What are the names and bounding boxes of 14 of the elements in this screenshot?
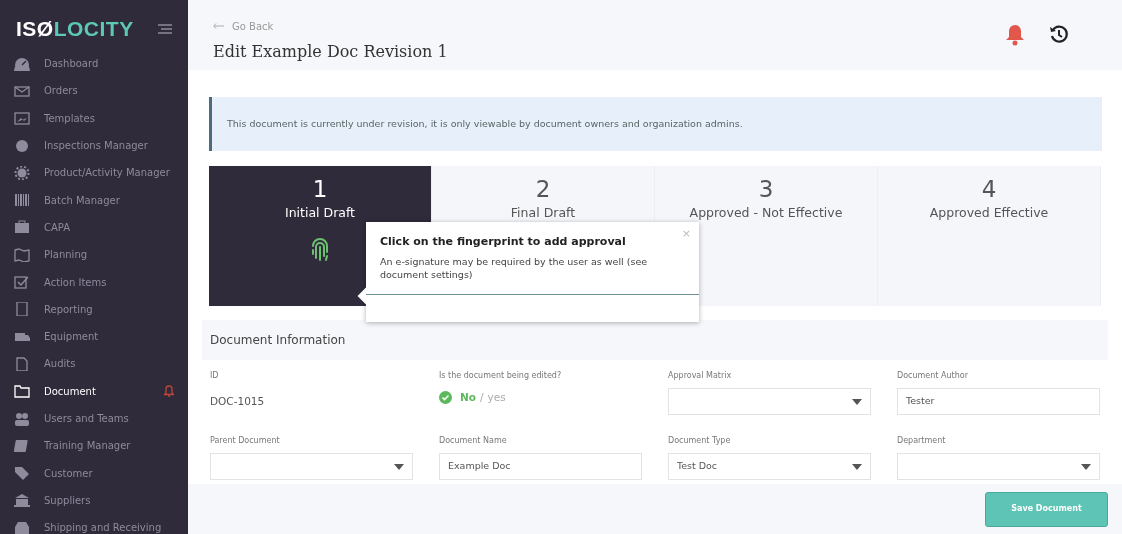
field-label: Document Author (897, 370, 969, 382)
page-title: Edit Example Doc Revision 1 (213, 41, 448, 63)
field-label: Is the document being edited? (439, 370, 563, 382)
section-title: Document Information (210, 332, 346, 349)
field-label: Approval Matrix (668, 370, 733, 382)
field-label: Department (897, 435, 947, 447)
notice-text: This document is currently under revision, it is only viewable by document owners and organization admins. (227, 116, 743, 131)
field-label: Document Type (668, 435, 732, 447)
separator: / (480, 390, 484, 405)
field-value: DOC-1015 (210, 394, 266, 409)
field-label: Parent Document (210, 435, 281, 447)
field-label: Document Name (439, 435, 508, 447)
field-label: ID (210, 370, 220, 382)
logo: ISØLOCITY (16, 16, 134, 43)
